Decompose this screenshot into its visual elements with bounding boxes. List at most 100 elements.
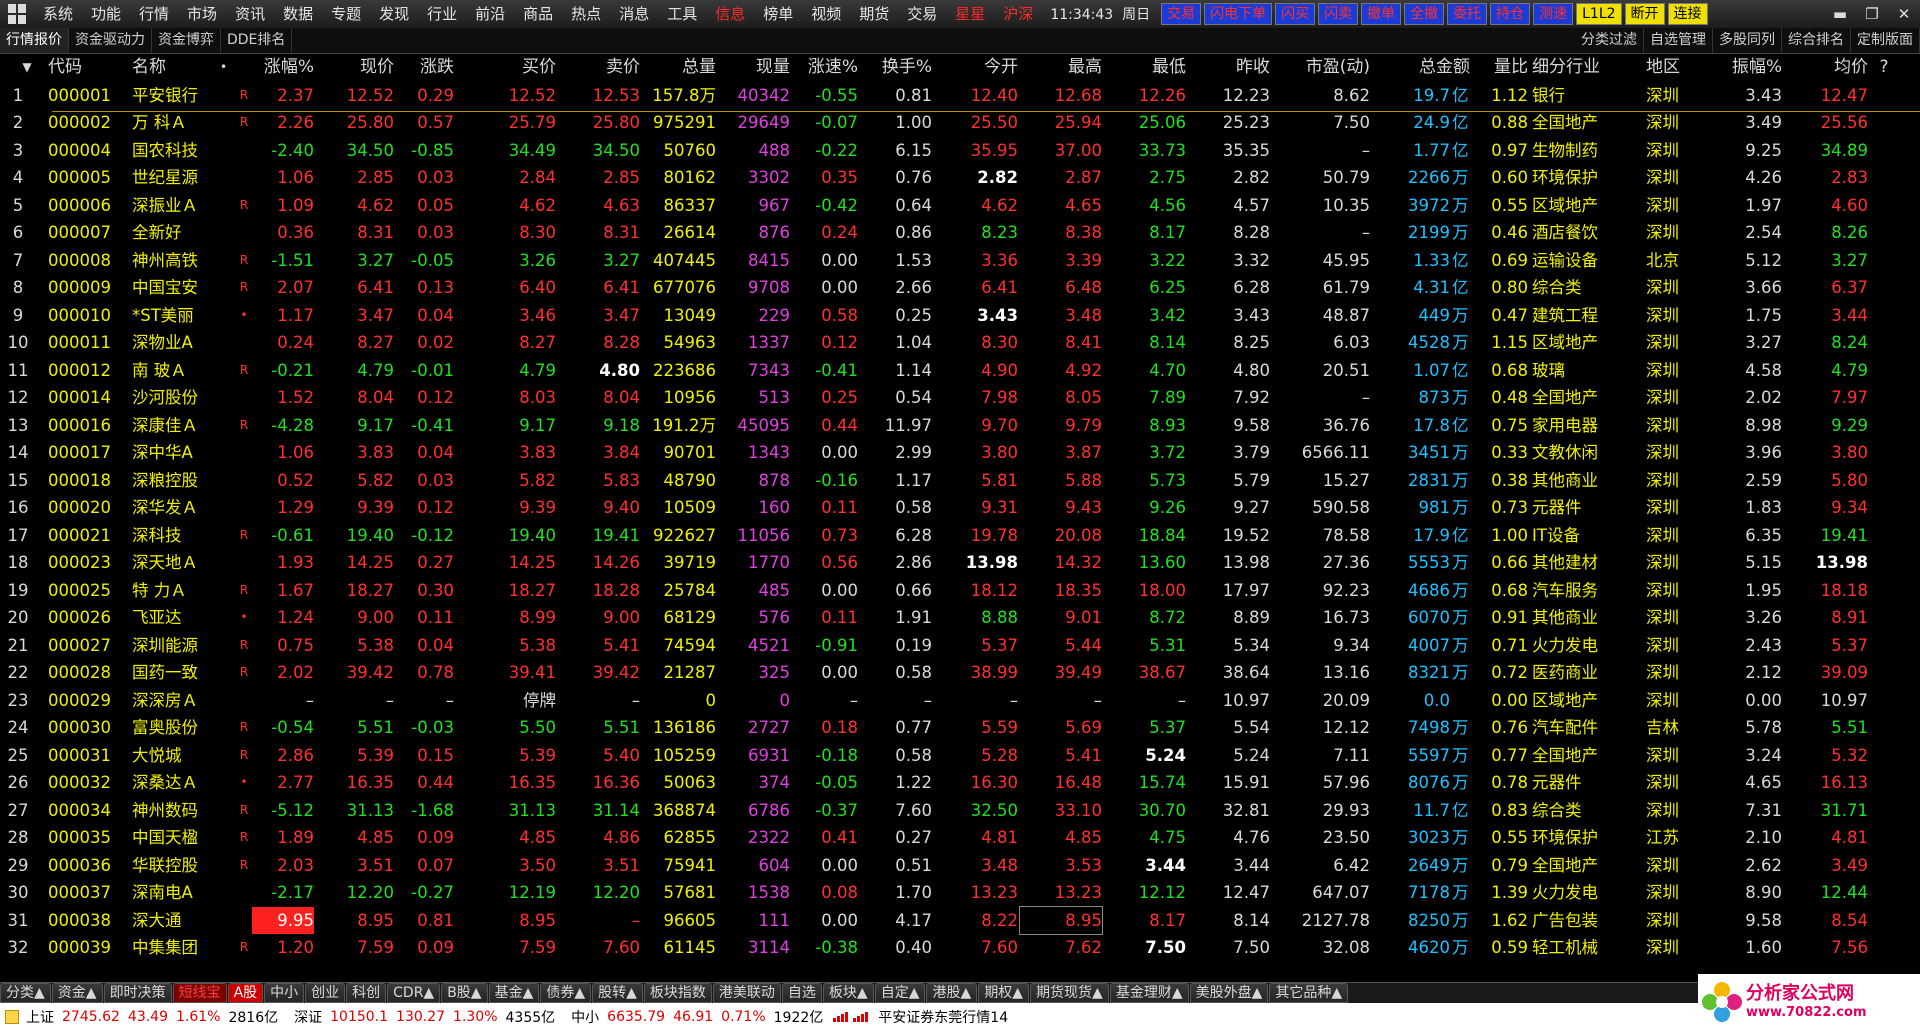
trade-button[interactable]: 交易 [1161,3,1202,25]
subtab-right[interactable]: 定制版面 [1851,28,1920,53]
table-row[interactable]: 19 000025 特 力Ａ R 1.67 18.27 0.30 18.27 18.28 2578… [0,577,1920,605]
menu-item[interactable]: 视频 [802,0,850,28]
bottom-tab[interactable]: 科创 [346,983,387,1003]
table-row[interactable]: 11 000012 南 玻Ａ R -0.21 4.79 -0.01 4.79 4.80 22368… [0,357,1920,385]
header-open[interactable]: 今开 [934,54,1018,82]
app-logo-icon[interactable] [8,4,28,24]
table-row[interactable]: 17 000021 深科技 R -0.61 19.40 -0.12 19.40 19.41 922… [0,522,1920,550]
minimize-icon[interactable]: ▬ [1824,5,1856,23]
trade-button[interactable]: 测速 [1533,3,1574,25]
bottom-tab[interactable]: 港股▲ [926,983,978,1003]
menu-item[interactable]: 发现 [370,0,418,28]
bottom-tab[interactable]: A股 [227,983,264,1003]
bottom-tab[interactable]: 即时决策 [103,983,172,1003]
table-row[interactable]: 3 000004 国农科技 -2.40 34.50 -0.85 34.49 34.50 5076… [0,137,1920,165]
table-row[interactable]: 24 000030 富奥股份 R -0.54 5.51 -0.03 5.50 5.51 13618… [0,714,1920,742]
sz-index-name[interactable]: 深证 [290,1007,326,1027]
subtab[interactable]: DDE排名 [221,28,293,53]
trade-button[interactable]: 全撤 [1404,3,1445,25]
trade-button[interactable]: 连接 [1667,3,1708,25]
table-row[interactable]: 27 000034 神州数码 R -5.12 31.13 -1.68 31.13 31.14 36… [0,797,1920,825]
trade-button[interactable]: 委托 [1447,3,1488,25]
header-industry[interactable]: 细分行业 [1532,54,1642,82]
table-row[interactable]: 30 000037 深南电A -2.17 12.20 -0.27 12.19 12.20 576… [0,879,1920,907]
column-menu-icon[interactable]: ▼ [20,54,34,82]
header-avg-price[interactable]: 均价 [1784,54,1868,82]
header-volume[interactable]: 总量 [642,54,716,82]
table-row[interactable]: 23 000029 深深房Ａ – – – 停牌 – 0 0 – – – – – 10.97 20.09 0.0 0.… [0,687,1920,715]
zx-index-name[interactable]: 中小 [567,1007,603,1027]
bottom-tab[interactable]: 创业 [305,983,346,1003]
bottom-tab[interactable]: CDR▲ [387,983,441,1003]
subtab-right[interactable]: 多股同列 [1713,28,1782,53]
close-icon[interactable]: ✕ [1888,5,1920,23]
menu-item[interactable]: 行情 [130,0,178,28]
restore-icon[interactable]: ❐ [1856,5,1888,23]
subtab[interactable]: 资金博弈 [152,28,221,53]
table-row[interactable]: 2 000002 万 科Ａ R 2.26 25.80 0.57 25.79 25.80 97529… [0,109,1920,137]
menu-item[interactable]: 行业 [418,0,466,28]
bottom-tab[interactable]: 美股外盘▲ [1189,983,1269,1003]
menu-item[interactable]: 前沿 [466,0,514,28]
menu-item[interactable]: 榜单 [754,0,802,28]
header-pe[interactable]: 市盈(动) [1272,54,1370,82]
bottom-tab[interactable]: 其它品种▲ [1269,983,1349,1003]
table-row[interactable]: 13 000016 深康佳Ａ R -4.28 9.17 -0.41 9.17 9.18 191.2… [0,412,1920,440]
bottom-tab[interactable]: 期权▲ [978,983,1030,1003]
table-row[interactable]: 25 000031 大悦城 R 2.86 5.39 0.15 5.39 5.40 105259 69… [0,742,1920,770]
sh-index-name[interactable]: 上证 [22,1007,58,1027]
header-turnover[interactable]: 换手% [860,54,932,82]
header-speed[interactable]: 涨速% [792,54,858,82]
menu-item[interactable]: 工具 [658,0,706,28]
subtab[interactable]: 行情报价 [0,28,69,53]
header-bid[interactable]: 买价 [456,54,556,82]
table-row[interactable]: 10 000011 深物业A 0.24 8.27 0.02 8.27 8.28 54963 133… [0,329,1920,357]
header-low[interactable]: 最低 [1104,54,1186,82]
header-change-pct[interactable]: 涨幅% [252,54,314,82]
menu-item-info[interactable]: 信息 [706,0,754,28]
table-row[interactable]: 21 000027 深圳能源 R 0.75 5.38 0.04 5.38 5.41 74594 45… [0,632,1920,660]
menu-item[interactable]: 数据 [274,0,322,28]
header-high[interactable]: 最高 [1020,54,1102,82]
trade-button[interactable]: 闪电下单 [1204,3,1273,25]
subtab-right[interactable]: 综合排名 [1782,28,1851,53]
table-row[interactable]: 18 000023 深天地Ａ 1.93 14.25 0.27 14.25 14.26 39719… [0,549,1920,577]
menu-item[interactable]: 热点 [562,0,610,28]
table-row[interactable]: 12 000014 沙河股份 1.52 8.04 0.12 8.03 8.04 10956 513… [0,384,1920,412]
bottom-tab[interactable]: 板块▲ [822,983,874,1003]
menu-item[interactable]: 消息 [610,0,658,28]
table-row[interactable]: 28 000035 中国天楹 R 1.89 4.85 0.09 4.85 4.86 62855 23… [0,824,1920,852]
menu-item-highlight[interactable]: 沪深 [994,0,1042,28]
header-change[interactable]: 涨跌 [396,54,454,82]
header-amount[interactable]: 总金额 [1372,54,1470,82]
trade-button[interactable]: 闪卖 [1318,3,1359,25]
table-row[interactable]: 6 000007 全新好 0.36 8.31 0.03 8.30 8.31 26614 876 0.… [0,219,1920,247]
menu-item[interactable]: 功能 [82,0,130,28]
bottom-tab[interactable]: 短线宝 [172,983,227,1003]
trade-button[interactable]: 持仓 [1490,3,1531,25]
bottom-tab[interactable]: 基金▲ [488,983,540,1003]
help-icon[interactable]: ? [1876,54,1892,82]
table-row[interactable]: 16 000020 深华发Ａ 1.29 9.39 0.12 9.39 9.40 10509 160… [0,494,1920,522]
menu-item-highlight[interactable]: 星星 [946,0,994,28]
bottom-tab[interactable]: 基金理财▲ [1109,983,1189,1003]
bottom-tab[interactable]: 自选 [781,983,822,1003]
table-row[interactable]: 22 000028 国药一致 R 2.02 39.42 0.78 39.41 39.42 2128… [0,659,1920,687]
table-row[interactable]: 7 000008 神州高铁 R -1.51 3.27 -0.05 3.26 3.27 407445… [0,247,1920,275]
menu-item[interactable]: 商品 [514,0,562,28]
bottom-tab[interactable]: 分类▲ [0,983,51,1003]
table-row[interactable]: 31 000038 深大通 9.95 8.95 0.81 8.95 – 96605 111 0.00… [0,905,1920,935]
header-region[interactable]: 地区 [1646,54,1706,82]
table-row[interactable]: 8 000009 中国宝安 R 2.07 6.41 0.13 6.40 6.41 677076 97… [0,274,1920,302]
table-row[interactable]: 5 000006 深振业Ａ R 1.09 4.62 0.05 4.62 4.63 86337 967… [0,192,1920,220]
trade-button[interactable]: L1L2 [1576,3,1622,25]
header-ask[interactable]: 卖价 [560,54,640,82]
bottom-tab[interactable]: 资金▲ [51,983,103,1003]
trade-button[interactable]: 闪买 [1275,3,1316,25]
table-row[interactable]: 29 000036 华联控股 R 2.03 3.51 0.07 3.50 3.51 75941 60… [0,852,1920,880]
header-price[interactable]: 现价 [316,54,394,82]
table-row[interactable]: 1 000001 平安银行 R 2.37 12.52 0.29 12.52 12.53 157.8… [0,82,1920,110]
subtab-right[interactable]: 分类过滤 [1575,28,1644,53]
table-row[interactable]: 26 000032 深桑达Ａ • 2.77 16.35 0.44 16.35 16.36 5006… [0,769,1920,797]
menu-item[interactable]: 市场 [178,0,226,28]
